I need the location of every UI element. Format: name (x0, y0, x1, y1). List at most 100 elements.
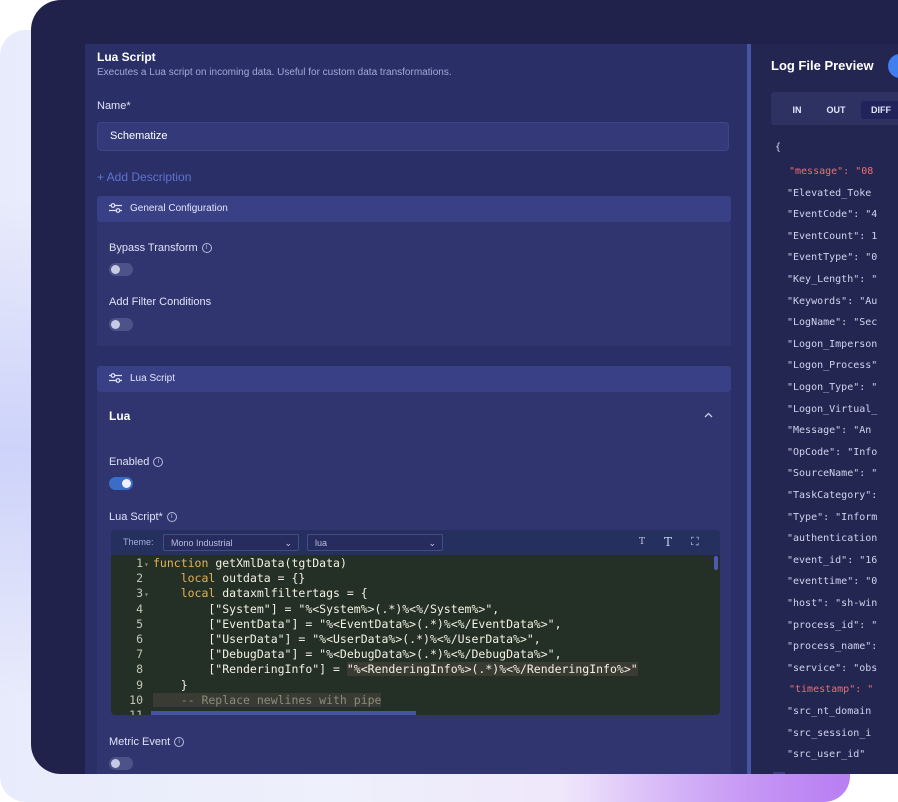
json-line: "TaskCategory": (787, 490, 878, 501)
add-filter-conditions-label: Add Filter Conditions (109, 296, 212, 308)
info-icon[interactable]: i (174, 737, 185, 748)
editor-scrollbar[interactable] (714, 556, 718, 570)
code-editor[interactable]: Theme: Mono Industrial ⌄ lua ⌄ T T ⛶ 1 ▾ fun… (111, 530, 720, 715)
font-decrease-icon[interactable]: T (639, 537, 645, 547)
code-line: local outdata = {} (180, 571, 306, 586)
code-line: } (153, 677, 188, 692)
name-input[interactable]: Schematize (97, 122, 729, 151)
json-open-brace: { (775, 142, 782, 153)
json-line: "EventCode": "4 (787, 209, 878, 221)
general-configuration-body: Bypass Transform i Add Filter Conditions (97, 222, 731, 346)
log-preview-title: Log File Preview (771, 58, 874, 73)
json-line: "src_user_id" (787, 749, 866, 761)
toggle-knob (111, 320, 120, 329)
json-line: "authentication (787, 533, 878, 545)
json-line: "eventtime": "0 (787, 576, 878, 588)
fullscreen-icon[interactable]: ⛶ (691, 535, 699, 549)
json-line: "Message": "An (787, 425, 878, 437)
name-label: Name* (97, 100, 131, 112)
toggle-knob (122, 479, 131, 488)
line-number: 6 (136, 632, 143, 646)
panel-title: Lua Script (97, 50, 156, 64)
font-increase-icon[interactable]: T (664, 535, 672, 549)
editor-toolbar: Theme: Mono Industrial ⌄ lua ⌄ T T ⛶ (111, 530, 720, 555)
tab-diff[interactable]: DIFF (861, 101, 898, 119)
general-configuration-header[interactable]: General Configuration (97, 196, 731, 222)
add-description-link[interactable]: + Add Description (97, 170, 191, 184)
code-line: ["UserData"] = "%<UserData%>(.*)%<%/User… (153, 632, 541, 646)
info-icon[interactable]: i (201, 243, 212, 254)
toggle-knob (111, 759, 120, 768)
code-line: ["DebugData"] = "%<DebugData%>(.*)%<%/De… (153, 647, 562, 662)
json-line: "event_id": "16 (787, 554, 878, 566)
fold-icon[interactable]: ▾ (144, 557, 149, 572)
lua-script-label: Lua Script* i (109, 511, 177, 523)
enabled-toggle[interactable] (109, 477, 133, 490)
add-filter-conditions-toggle[interactable] (109, 318, 133, 331)
sliders-icon (109, 203, 122, 214)
tab-out[interactable]: OUT (818, 101, 854, 119)
theme-select[interactable]: Mono Industrial ⌄ (163, 534, 299, 551)
json-line: "Logon_Process" (787, 360, 878, 372)
chevron-down-icon: ⌄ (284, 538, 292, 548)
json-line: "Logon_Type": " (787, 382, 878, 393)
code-line: -- Replace newlines with pipe (153, 692, 382, 707)
info-icon[interactable]: i (153, 457, 164, 468)
code-line: local dataxmlfiltertags = { (180, 586, 368, 601)
enabled-label: Enabled i (109, 456, 164, 468)
line-number: 1 (136, 556, 143, 570)
line-number: 7 (136, 647, 143, 662)
panel-subtitle: Executes a Lua script on incoming data. … (97, 67, 452, 78)
json-line: "timestamp": " (789, 684, 874, 696)
json-line: "host": "sh-win (787, 598, 878, 609)
code-line: function getXmlData(tgtData) (153, 556, 347, 570)
code-line: ["System"] = "%<System%>(.*)%<%/System%>… (153, 601, 500, 616)
json-line: "Elevated_Toke (787, 187, 872, 199)
bypass-transform-toggle[interactable] (109, 263, 133, 276)
code-line: ["RenderingInfo"] = "%<RenderingInfo%>(.… (153, 662, 638, 677)
json-line: "EventType": "0 (787, 252, 878, 264)
preview-action-icon[interactable] (888, 54, 898, 78)
preview-tabs: IN OUT DIFF (771, 92, 898, 125)
line-number: 4 (136, 601, 143, 616)
app-window: Lua Script Executes a Lua script on inco… (31, 0, 898, 774)
line-number: 10 (129, 692, 143, 707)
json-line: "OpCode": "Info (787, 446, 878, 458)
json-line: "Type": "Inform (787, 511, 878, 523)
json-line: "src_nt_domain (787, 706, 872, 717)
line-number: 11 (129, 708, 143, 715)
bypass-transform-label: Bypass Transform i (109, 242, 212, 254)
line-number: 8 (136, 662, 143, 677)
line-number: 2 (136, 571, 143, 586)
chevron-down-icon: ⌄ (428, 538, 436, 548)
line-number: 5 (136, 616, 143, 631)
log-preview-panel: { "message": "08 "Elevated_Toke "EventCode"… (751, 44, 898, 774)
metric-event-toggle[interactable] (109, 757, 133, 770)
tab-in[interactable]: IN (781, 101, 813, 119)
line-number: 3 (136, 586, 143, 601)
config-panel: Lua Script Executes a Lua script on inco… (85, 44, 777, 774)
editor-hscrollbar[interactable] (151, 711, 416, 715)
fold-icon[interactable]: ▾ (144, 587, 149, 602)
info-icon[interactable]: i (166, 512, 177, 523)
chevron-up-icon[interactable] (704, 410, 713, 421)
json-line: "Logon_Virtual_ (787, 403, 878, 415)
json-line: "Keywords": "Au (787, 295, 878, 307)
json-line: "Key_Length": " (787, 274, 878, 285)
json-line: "SourceName": " (787, 468, 878, 480)
metric-event-label: Metric Event i (109, 736, 185, 748)
line-number: 9 (136, 677, 143, 692)
json-line: "message": "08 (789, 166, 874, 177)
lua-script-header[interactable]: Lua Script (97, 366, 731, 392)
language-select[interactable]: lua ⌄ (307, 534, 443, 551)
general-configuration-label: General Configuration (130, 203, 228, 214)
json-line: "service": "obs (787, 662, 878, 674)
sliders-icon (109, 373, 122, 384)
json-line: "LogName": "Sec (787, 317, 878, 329)
json-line: "process_name": (787, 641, 878, 653)
lua-script-header-label: Lua Script (130, 373, 176, 384)
json-line: "EventCount": 1 (787, 230, 878, 242)
preview-scrollbar[interactable] (773, 772, 785, 774)
json-line: "src_session_i (787, 727, 872, 739)
toggle-knob (111, 265, 120, 274)
